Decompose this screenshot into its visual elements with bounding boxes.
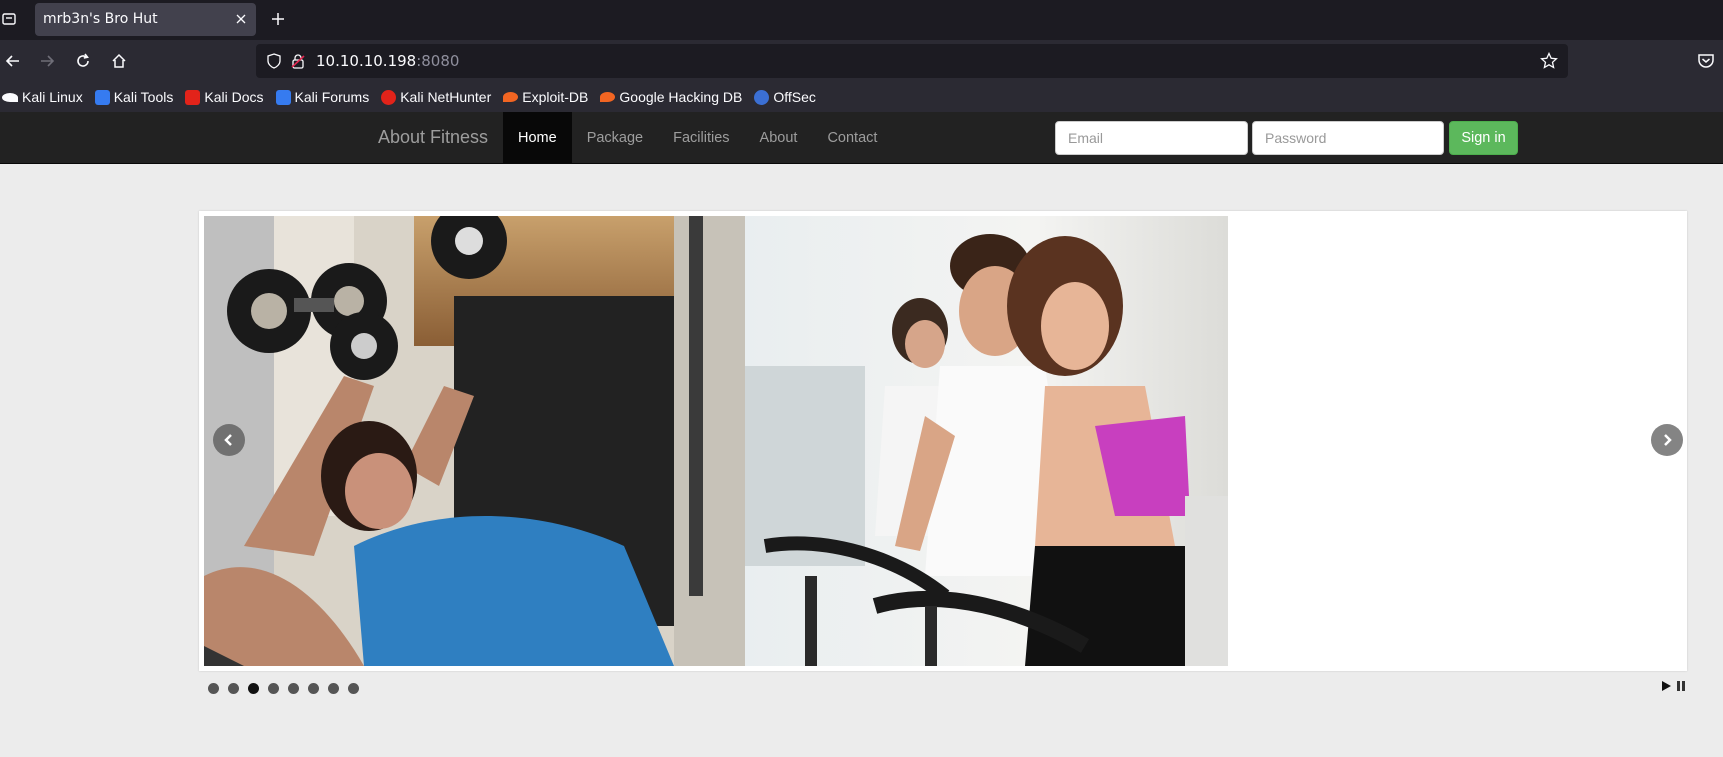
home-icon[interactable]: [108, 50, 130, 72]
kali-forums-icon: [275, 89, 291, 105]
menu-item-about[interactable]: About: [745, 112, 813, 164]
forward-arrow-icon[interactable]: [36, 50, 58, 72]
slider-dot[interactable]: [268, 683, 279, 694]
shield-icon[interactable]: [266, 53, 282, 69]
tab-title: mrb3n's Bro Hut: [43, 11, 158, 27]
chevron-right-icon: [1664, 434, 1672, 446]
password-input[interactable]: [1252, 121, 1444, 155]
url-host: 10.10.10.198: [316, 52, 417, 70]
browser-tab[interactable]: mrb3n's Bro Hut: [35, 3, 256, 36]
site-navbar: About Fitness Home Package Facilities Ab…: [0, 112, 1723, 164]
bookmark-label: Kali Linux: [22, 89, 83, 105]
bookmark-label: OffSec: [773, 89, 816, 105]
kali-docs-icon: [185, 89, 201, 105]
pause-icon[interactable]: [1675, 680, 1687, 692]
offsec-icon: [754, 89, 770, 105]
slider-dot[interactable]: [348, 683, 359, 694]
image-slider: [199, 211, 1687, 671]
bookmark-exploit-db[interactable]: Exploit-DB: [503, 89, 588, 105]
bookmark-kali-linux[interactable]: Kali Linux: [2, 89, 83, 105]
slider-dot[interactable]: [228, 683, 239, 694]
slider-pagination: [208, 683, 368, 694]
pocket-icon[interactable]: [1696, 51, 1716, 71]
bookmark-label: Google Hacking DB: [619, 89, 743, 105]
sign-in-button[interactable]: Sign in: [1449, 121, 1518, 155]
bookmark-kali-tools[interactable]: Kali Tools: [94, 89, 174, 105]
slider-dot[interactable]: [208, 683, 219, 694]
kali-tools-icon: [94, 89, 110, 105]
bookmark-label: Kali Docs: [204, 89, 264, 105]
menu-item-facilities[interactable]: Facilities: [658, 112, 744, 164]
ghdb-icon: [600, 92, 616, 102]
browser-navbar: 10.10.10.198:8080: [0, 40, 1723, 82]
menu-item-package[interactable]: Package: [572, 112, 658, 164]
slider-prev-button[interactable]: [213, 424, 245, 456]
menu-item-home[interactable]: Home: [503, 112, 572, 164]
bookmark-ghdb[interactable]: Google Hacking DB: [600, 89, 742, 105]
back-arrow-icon[interactable]: [2, 50, 24, 72]
bookmarks-bar: Kali Linux Kali Tools Kali Docs Kali For…: [0, 82, 1723, 112]
new-tab-plus-icon[interactable]: [268, 9, 288, 29]
bookmark-label: Kali NetHunter: [400, 89, 492, 105]
exploit-db-icon: [503, 92, 519, 102]
nethunter-icon: [381, 89, 397, 105]
insecure-lock-icon[interactable]: [290, 53, 306, 69]
slider-dot-active[interactable]: [248, 683, 259, 694]
play-icon[interactable]: [1660, 680, 1672, 692]
bookmark-kali-docs[interactable]: Kali Docs: [185, 89, 264, 105]
tab-list-icon[interactable]: [0, 9, 18, 29]
dumbbell-bench-press-photo: [204, 216, 745, 666]
bookmark-label: Kali Forums: [294, 89, 370, 105]
site-menu: Home Package Facilities About Contact: [503, 112, 892, 164]
spinning-class-photo: [745, 216, 1228, 666]
slider-dot[interactable]: [328, 683, 339, 694]
slider-next-button[interactable]: [1651, 424, 1683, 456]
chevron-left-icon: [224, 434, 232, 446]
bookmark-offsec[interactable]: OffSec: [754, 89, 816, 105]
url-text[interactable]: 10.10.10.198:8080: [316, 52, 459, 70]
bookmark-kali-nethunter[interactable]: Kali NetHunter: [381, 89, 491, 105]
slider-dot[interactable]: [308, 683, 319, 694]
bookmark-star-icon[interactable]: [1540, 52, 1558, 70]
url-bar[interactable]: 10.10.10.198:8080: [256, 44, 1568, 78]
email-input[interactable]: [1055, 121, 1248, 155]
browser-tabbar: mrb3n's Bro Hut: [0, 0, 1723, 40]
slider-dot[interactable]: [288, 683, 299, 694]
bookmark-label: Exploit-DB: [522, 89, 589, 105]
url-port: :8080: [416, 52, 460, 70]
reload-icon[interactable]: [72, 50, 94, 72]
site-brand[interactable]: About Fitness: [378, 127, 488, 148]
bookmark-label: Kali Tools: [113, 89, 174, 105]
close-icon[interactable]: [232, 10, 250, 28]
kali-dragon-icon: [2, 92, 18, 102]
menu-item-contact[interactable]: Contact: [812, 112, 892, 164]
bookmark-kali-forums[interactable]: Kali Forums: [275, 89, 370, 105]
